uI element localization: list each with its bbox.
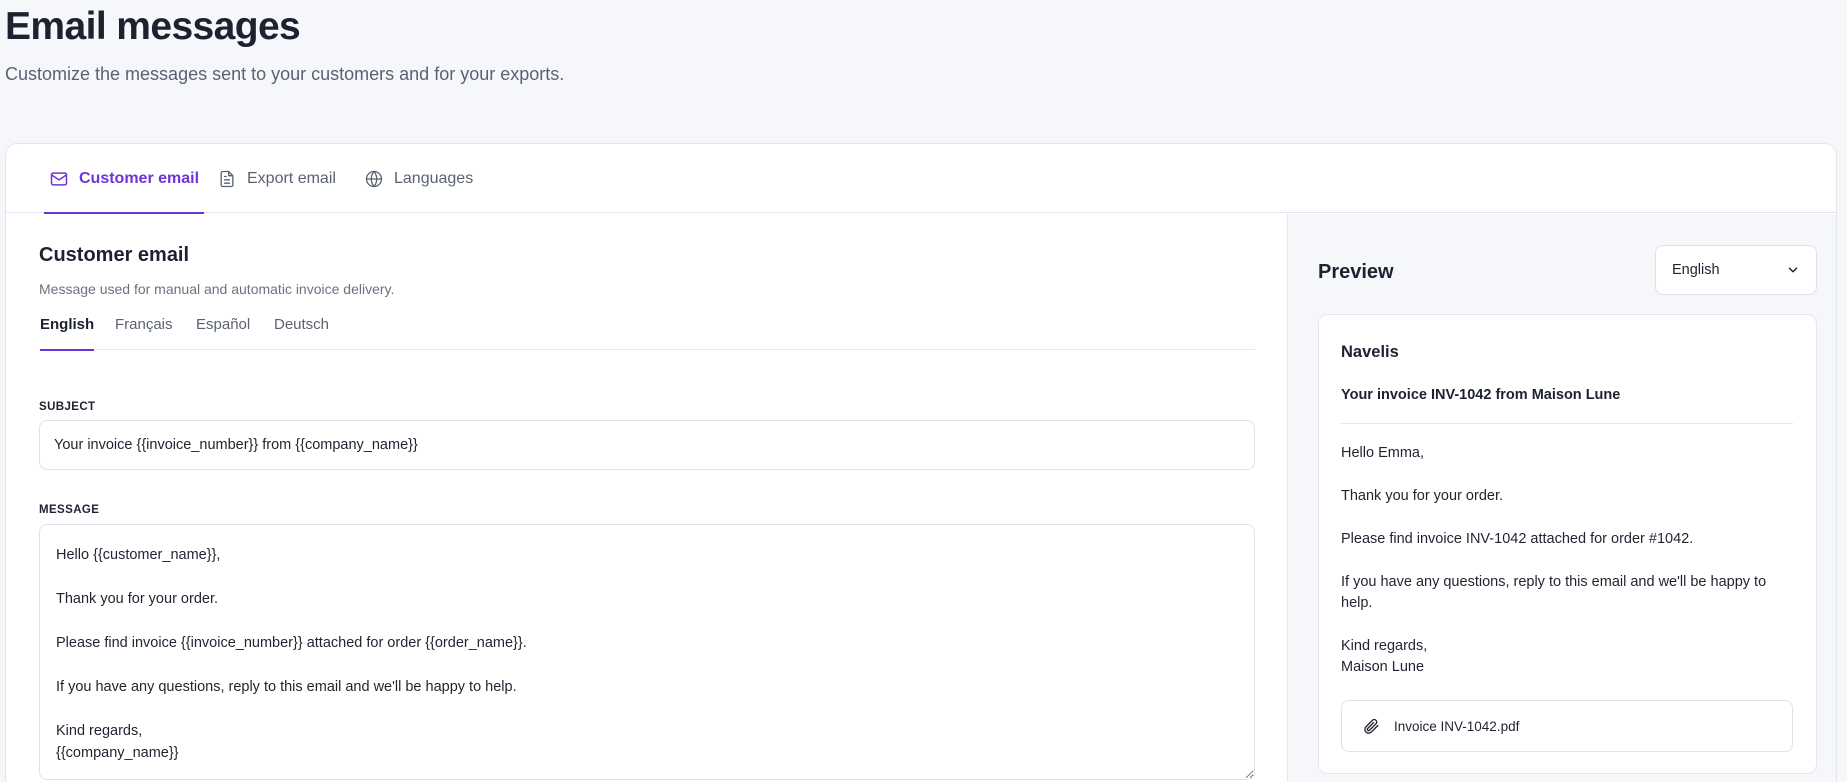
chevron-down-icon <box>1788 267 1798 273</box>
tab-export-email[interactable]: Export email <box>217 144 336 213</box>
email-divider <box>1341 423 1793 424</box>
tab-label: Customer email <box>79 169 200 187</box>
message-textarea[interactable]: Hello {{customer_name}}, Thank you for y… <box>39 524 1255 780</box>
preview-title: Preview <box>1318 261 1394 283</box>
email-body: Hello Emma, Thank you for your order. Pl… <box>1341 443 1793 678</box>
email-company-name: Navelis <box>1341 343 1399 361</box>
document-icon <box>220 170 234 187</box>
lang-tab-deutsch[interactable]: Deutsch <box>274 306 329 350</box>
email-greeting: Hello Emma, <box>1341 445 1424 461</box>
email-settings-card: Customer email Export email Languages Cu… <box>5 143 1837 782</box>
page-title: Email messages <box>5 5 301 48</box>
email-invoice-line: Please find invoice INV-1042 attached fo… <box>1341 531 1694 547</box>
page-subtitle: Customize the messages sent to your cust… <box>5 64 565 84</box>
tab-customer-email[interactable]: Customer email <box>43 144 205 214</box>
lang-tab-espanol[interactable]: Español <box>196 306 250 350</box>
preview-pane: Preview English Navelis Your invoice INV… <box>1287 214 1836 782</box>
attachment-filename: Invoice INV-1042.pdf <box>1394 718 1520 734</box>
email-signature: Maison Lune <box>1341 659 1425 675</box>
paperclip-icon <box>1364 718 1379 734</box>
language-tabs: English Français Español Deutsch <box>39 306 1255 351</box>
attachment-chip[interactable]: Invoice INV-1042.pdf <box>1341 700 1793 752</box>
editor-pane: Customer email Message used for manual a… <box>6 214 1287 782</box>
preview-language-select[interactable]: English <box>1655 245 1817 295</box>
tab-languages[interactable]: Languages <box>364 144 473 213</box>
preview-language-value: English <box>1672 262 1720 278</box>
page-header: Email messages Customize the messages se… <box>5 4 564 86</box>
email-preview-card: Navelis Your invoice INV-1042 from Maiso… <box>1318 314 1817 774</box>
lang-tab-english[interactable]: English <box>40 306 95 351</box>
editor-title: Customer email <box>39 244 190 266</box>
subject-input[interactable] <box>39 420 1255 470</box>
message-label: MESSAGE <box>39 504 100 516</box>
main-tabbar: Customer email Export email Languages <box>6 144 1836 214</box>
email-help-line: If you have any questions, reply to this… <box>1341 574 1767 611</box>
email-subject: Your invoice INV-1042 from Maison Lune <box>1341 387 1621 403</box>
tab-label: Export email <box>247 169 336 187</box>
email-thanks: Thank you for your order. <box>1341 488 1503 504</box>
mail-icon <box>50 171 68 186</box>
tab-label: Languages <box>394 169 474 187</box>
subject-label: SUBJECT <box>39 401 96 413</box>
editor-description: Message used for manual and automatic in… <box>39 281 395 297</box>
lang-tab-francais[interactable]: Français <box>115 306 173 350</box>
globe-icon <box>365 170 383 187</box>
email-signoff: Kind regards, <box>1341 638 1428 654</box>
